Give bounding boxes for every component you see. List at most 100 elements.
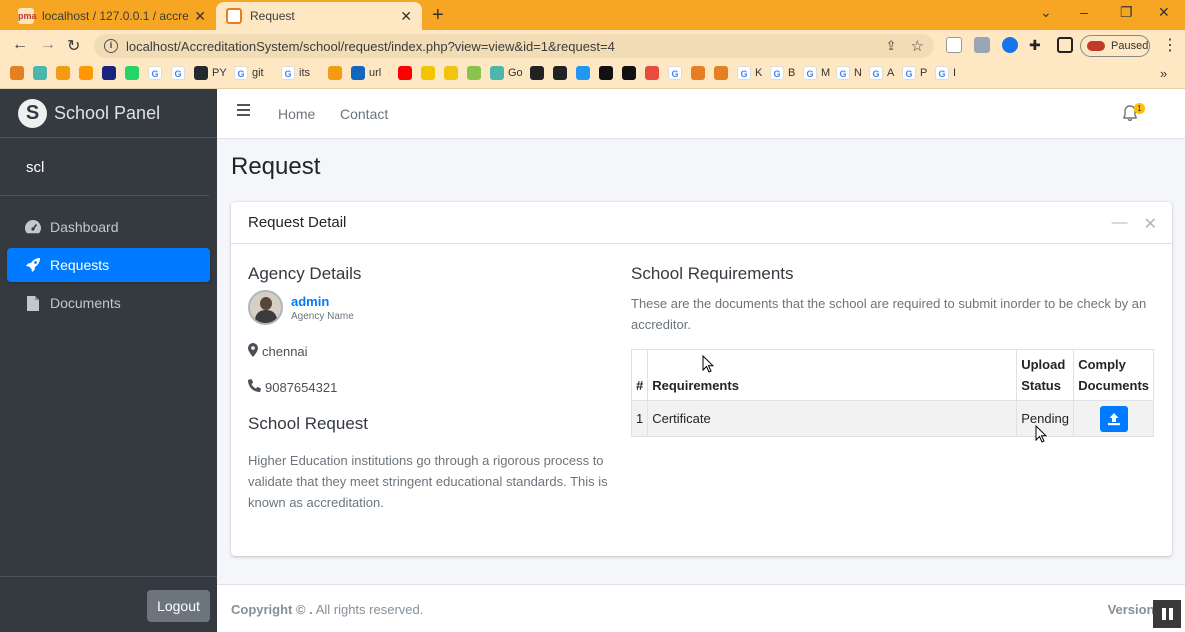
profile-status: Paused [1111,40,1149,52]
bookmark-item[interactable]: GP [902,66,927,80]
bookmark-item[interactable]: G [148,66,166,80]
extension-icon[interactable] [1002,37,1018,53]
bookmark-item[interactable]: Go [490,66,523,80]
bookmark-item[interactable] [714,66,732,80]
bookmark-item[interactable]: GK [737,66,762,80]
bookmark-item[interactable] [398,66,416,80]
bookmark-item[interactable]: GB [770,66,795,80]
address-bar[interactable]: i localhost/AccreditationSystem/school/r… [94,34,934,58]
extensions-puzzle-icon[interactable]: ✚ [1029,37,1045,53]
bookmark-item[interactable] [421,66,439,80]
bookmark-item[interactable] [328,66,346,80]
bookmark-item[interactable]: Gits [281,66,310,80]
bm-circle-icon [599,66,613,80]
bookmark-item[interactable] [102,66,120,80]
bookmark-item[interactable] [79,66,97,80]
forward-icon[interactable]: → [40,36,56,54]
bookmark-label: PY [212,67,227,79]
logout-button[interactable]: Logout [147,590,210,622]
bookmark-item[interactable]: PY [194,66,227,80]
copyright-bold: Copyright © . [231,602,313,617]
page-title: Request [231,153,321,180]
bookmark-star-icon[interactable]: ☆ [911,37,924,55]
bm-9-icon [645,66,659,80]
sidebar-item-dashboard[interactable]: Dashboard [7,210,210,244]
bm-folder-icon [444,66,458,80]
bookmarks-overflow-icon[interactable]: » [1160,66,1167,81]
side-panel-icon[interactable] [1057,37,1073,53]
google-icon: G [836,66,850,80]
close-tab-icon[interactable]: ✕ [400,8,412,25]
bookmark-item[interactable]: GI [935,66,956,80]
minimize-icon[interactable]: – [1080,4,1088,20]
row-number: 1 [630,400,649,437]
bookmark-item[interactable] [576,66,594,80]
bookmark-item[interactable] [622,66,640,80]
google-icon: G [281,66,295,80]
new-tab-icon[interactable]: + [432,4,444,27]
back-icon[interactable]: ← [12,36,28,54]
share-icon[interactable]: ⇪ [886,38,897,54]
close-tab-icon[interactable]: ✕ [194,8,206,25]
bm-fig-icon [576,66,590,80]
tab-search-icon[interactable]: ⌄ [1040,4,1052,21]
menu-toggle-icon[interactable] [237,104,250,119]
site-info-icon[interactable]: i [104,39,118,53]
bm3-icon [56,66,70,80]
bookmark-item[interactable] [467,66,485,80]
user-name[interactable]: scl [26,159,44,176]
sidebar-item-requests[interactable]: Requests [7,248,210,282]
sidebar: S School Panel scl Dashboard Requests Do… [0,89,217,632]
bookmark-item[interactable]: G [171,66,189,80]
bookmark-item[interactable]: GM [803,66,830,80]
bookmark-item[interactable]: Ggit [234,66,264,80]
close-icon[interactable]: ✕ [1144,214,1157,234]
bookmark-item[interactable] [33,66,51,80]
bookmark-item[interactable] [444,66,462,80]
restore-icon[interactable]: ❐ [1120,4,1133,21]
bookmark-item[interactable] [599,66,617,80]
bookmark-item[interactable]: GA [869,66,894,80]
nav-link-home[interactable]: Home [278,106,315,122]
extension-panda-icon[interactable] [946,37,962,53]
card-header: Request Detail [231,202,1172,244]
bm-ring-icon [467,66,481,80]
profile-paused-button[interactable]: Paused [1080,35,1150,57]
bm1-icon [10,66,24,80]
close-window-icon[interactable]: ✕ [1158,4,1170,21]
bookmark-item[interactable]: GN [836,66,862,80]
bookmark-item[interactable]: url [351,66,381,80]
copyright: Copyright © . All rights reserved. [231,602,423,617]
file-icon [24,294,42,312]
brand-link[interactable]: S School Panel [0,89,217,138]
bookmark-item[interactable] [56,66,74,80]
google-icon: G [935,66,949,80]
browser-menu-icon[interactable]: ⋮ [1162,35,1178,55]
bookmark-label: B [788,67,796,79]
bookmark-item[interactable] [691,66,709,80]
bm4-icon [79,66,93,80]
bookmark-item[interactable] [530,66,548,80]
extension-icon[interactable] [974,37,990,53]
request-detail-card: Request Detail — ✕ Agency Details admin … [231,202,1172,556]
collapse-icon[interactable]: — [1112,214,1128,234]
bm-p-icon [421,66,435,80]
bookmark-item[interactable] [125,66,143,80]
nav-link-contact[interactable]: Contact [340,106,388,122]
browser-tab-phpmyadmin[interactable]: pma localhost / 127.0.0.1 / accreditati … [8,2,216,30]
bookmark-item[interactable] [645,66,663,80]
col-header-upload-status: Upload Status [1016,349,1075,401]
map-marker-icon [248,343,258,360]
reload-icon[interactable]: ↻ [67,36,80,56]
pause-icon[interactable] [1153,600,1181,628]
agency-name[interactable]: admin [291,294,354,309]
bm-wave-icon [351,66,365,80]
sidebar-item-label: Dashboard [50,219,119,235]
bookmark-item[interactable] [10,66,28,80]
browser-tab-request[interactable]: Request ✕ [216,2,422,30]
upload-button[interactable] [1099,405,1128,432]
sidebar-item-documents[interactable]: Documents [7,286,210,320]
rocket-icon [24,256,42,274]
bookmark-item[interactable]: G [668,66,686,80]
bookmark-item[interactable] [553,66,571,80]
